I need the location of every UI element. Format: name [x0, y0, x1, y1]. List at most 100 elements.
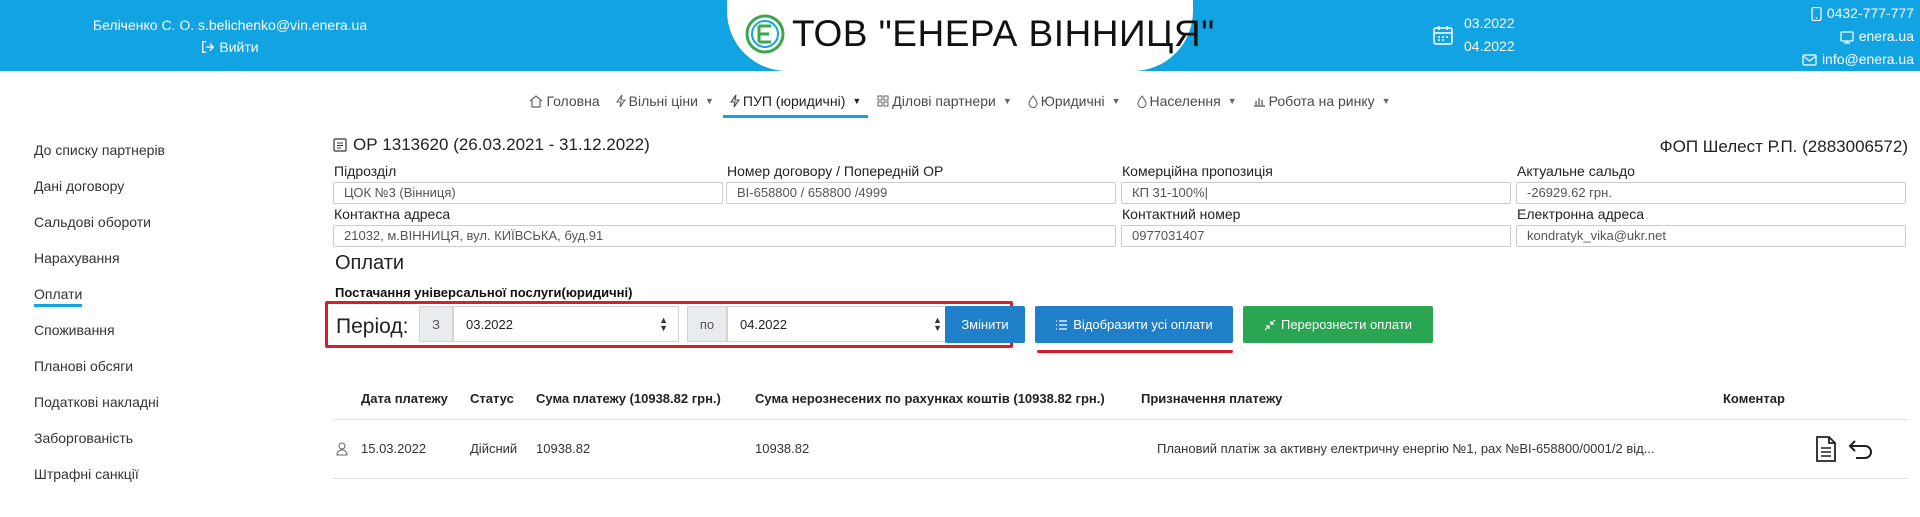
- company-logo[interactable]: ТОВ "ЕНЕРА ВІННИЦЯ": [744, 6, 1215, 62]
- sidebar-item-label: Планові обсяги: [34, 358, 134, 374]
- logout-link[interactable]: Вийти: [201, 36, 259, 58]
- to-addon: по: [687, 306, 727, 342]
- sidebar: До списку партнерів Дані договору Сальдо…: [34, 138, 314, 498]
- period-from-value: 03.2022: [466, 316, 513, 332]
- payment-purpose: Плановий платіж за активну електричну ен…: [1157, 441, 1655, 456]
- contact-site[interactable]: enera.ua: [1802, 25, 1914, 48]
- undo-icon[interactable]: [1848, 439, 1874, 459]
- nav-business-partners[interactable]: Ділові партнери ▼: [870, 84, 1018, 118]
- balance-field[interactable]: -26929.62 грн.: [1516, 182, 1906, 204]
- nav-population[interactable]: Населення ▼: [1130, 84, 1244, 118]
- subdivision-field[interactable]: ЦОК №3 (Вінниця): [333, 182, 723, 204]
- main-nav: Головна Вільні ціни ▼ ПУП (юридичні) ▼ Д…: [0, 84, 1920, 118]
- show-all-payments-button[interactable]: Відобразити усі оплати: [1035, 306, 1233, 343]
- from-addon: З: [419, 306, 453, 342]
- reallocate-payments-button[interactable]: Перерознести оплати: [1243, 306, 1433, 343]
- company-title: ТОВ "ЕНЕРА ВІННИЦЯ": [792, 13, 1215, 54]
- chevron-down-icon: ▼: [704, 96, 714, 106]
- drop-icon: [1028, 94, 1038, 108]
- commercial-offer-field[interactable]: КП 31-100%|: [1121, 182, 1511, 204]
- sidebar-item-label: До списку партнерів: [34, 142, 165, 158]
- period-to-select[interactable]: 04.2022 ▲ ▼: [727, 306, 953, 342]
- column-header[interactable]: Призначення платежу: [1141, 391, 1282, 406]
- nav-free-prices[interactable]: Вільні ціни ▼: [609, 84, 721, 118]
- period-from-select[interactable]: 03.2022 ▲ ▼: [453, 306, 679, 342]
- select-arrows-icon: ▲ ▼: [933, 315, 942, 333]
- calendar-icon: [1433, 26, 1453, 45]
- address-label: Контактна адреса: [334, 206, 451, 222]
- sidebar-item-label: Штрафні санкції: [34, 466, 139, 482]
- sidebar-item-accruals[interactable]: Нарахування: [34, 246, 314, 282]
- subdivision-label: Підрозділ: [334, 163, 397, 179]
- logout-label: Вийти: [219, 39, 259, 55]
- period-to: 04.2022: [1464, 38, 1515, 54]
- nav-pup-legal[interactable]: ПУП (юридичні) ▼: [722, 84, 869, 118]
- payment-unallocated: 10938.82: [755, 441, 810, 456]
- envelope-icon: [1802, 53, 1817, 66]
- list-icon: [1056, 319, 1068, 330]
- nav-home[interactable]: Головна: [522, 84, 606, 118]
- client-name: ФОП Шелест Р.П. (2883006572): [1659, 137, 1908, 156]
- nav-legal-label: Юридичні: [1040, 93, 1105, 109]
- bolt-icon: [729, 94, 740, 108]
- column-header[interactable]: Статус: [470, 391, 514, 406]
- contact-phone-field[interactable]: 0977031407: [1121, 225, 1511, 247]
- sidebar-item-consumption[interactable]: Споживання: [34, 318, 314, 354]
- contact-email[interactable]: info@enera.ua: [1802, 48, 1914, 71]
- column-header[interactable]: Дата платежу: [361, 391, 448, 406]
- current-period[interactable]: 03.2022 04.2022: [1432, 12, 1515, 58]
- table-row[interactable]: 15.03.2022 Дійсний 10938.82 10938.82 Пла…: [333, 420, 1908, 479]
- contract-title: ОР 1313620 (26.03.2021 - 31.12.2022): [333, 135, 650, 155]
- contact-phone-label: Контактний номер: [1122, 206, 1241, 222]
- document-icon[interactable]: [1815, 436, 1837, 462]
- sidebar-item-label: Заборгованість: [34, 430, 134, 446]
- show-all-payments-label: Відобразити усі оплати: [1073, 317, 1213, 332]
- sidebar-item-planned-volumes[interactable]: Планові обсяги: [34, 354, 314, 390]
- period-from: 03.2022: [1464, 15, 1515, 31]
- payments-section-title: Оплати: [335, 252, 405, 274]
- globe-icon: [1840, 30, 1854, 44]
- payment-date: 15.03.2022: [361, 441, 427, 456]
- user-name: Беліченко С. О. s.belichenko@vin.enera.u…: [92, 17, 368, 33]
- user-icon: [336, 442, 348, 456]
- sidebar-item-balance-turnover[interactable]: Сальдові обороти: [34, 210, 314, 246]
- sidebar-item-penalties[interactable]: Штрафні санкції: [34, 462, 314, 498]
- site-text: enera.ua: [1858, 28, 1914, 44]
- email-text: info@enera.ua: [1821, 51, 1914, 67]
- payments-table-header: Дата платежу Статус Сума платежу (10938.…: [333, 376, 1908, 420]
- column-header[interactable]: Сума платежу (10938.82 грн.): [536, 391, 721, 406]
- user-block: Беліченко С. О. s.belichenko@vin.enera.u…: [80, 14, 380, 60]
- payments-subtitle: Постачання універсальної послуги(юридичн…: [335, 285, 633, 300]
- address-field[interactable]: 21032, м.ВІННИЦЯ, вул. КИЇВСЬКА, буд.91: [333, 225, 1116, 247]
- nav-pup-legal-label: ПУП (юридичні): [742, 93, 846, 109]
- sidebar-item-debt[interactable]: Заборгованість: [34, 426, 314, 462]
- chevron-down-icon: ▼: [1002, 96, 1012, 106]
- home-icon: [530, 94, 543, 108]
- sidebar-item-tax-invoices[interactable]: Податкові накладні: [34, 390, 314, 426]
- chevron-down-icon: ▼: [1227, 96, 1237, 106]
- sidebar-item-label: Оплати: [34, 286, 83, 307]
- nav-market-work[interactable]: Робота на ринку ▼: [1246, 84, 1398, 118]
- bolt-icon: [615, 94, 626, 108]
- payment-amount: 10938.82: [536, 441, 591, 456]
- nav-legal[interactable]: Юридичні ▼: [1021, 84, 1128, 118]
- nav-free-prices-label: Вільні ціни: [628, 93, 698, 109]
- balance-label: Актуальне сальдо: [1517, 163, 1635, 179]
- contact-phone[interactable]: 0432-777-777: [1802, 2, 1914, 25]
- sidebar-item-contract-data[interactable]: Дані договору: [34, 174, 314, 210]
- contract-number-field[interactable]: ВІ-658800 / 658800 /4999: [726, 182, 1116, 204]
- phone-text: 0432-777-777: [1826, 5, 1914, 21]
- sidebar-item-payments[interactable]: Оплати: [34, 282, 314, 318]
- shrink-arrows-icon: [1264, 319, 1276, 330]
- logout-icon: [202, 41, 215, 53]
- column-header[interactable]: Сума нерознесених по рахунках коштів (10…: [755, 391, 1105, 406]
- sidebar-item-label: Споживання: [34, 322, 115, 338]
- chevron-down-icon: ▼: [1111, 96, 1121, 106]
- change-period-label: Змінити: [961, 317, 1009, 332]
- sidebar-item-partners-list[interactable]: До списку партнерів: [34, 138, 314, 174]
- chart-icon: [1253, 98, 1265, 107]
- column-header[interactable]: Коментар: [1723, 391, 1785, 406]
- change-period-button[interactable]: Змінити: [945, 306, 1025, 343]
- contact-email-field[interactable]: kondratyk_vika@ukr.net: [1516, 225, 1906, 247]
- payment-status: Дійсний: [470, 441, 518, 456]
